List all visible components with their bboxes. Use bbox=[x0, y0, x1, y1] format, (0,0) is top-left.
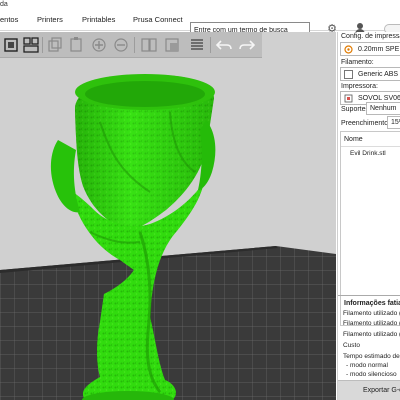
toolbar-separator bbox=[42, 37, 43, 53]
export-gcode-button[interactable]: Exportar G-c bbox=[338, 380, 400, 400]
split-objects-icon[interactable] bbox=[140, 36, 158, 54]
filament-value: Generic ABS bbox=[358, 71, 399, 78]
undo-icon[interactable] bbox=[215, 36, 233, 54]
info-estimated-time: Tempo estimado de i bbox=[343, 353, 400, 360]
info-filament-m: Filamento utilizado (n bbox=[343, 320, 400, 327]
cup-interior bbox=[85, 81, 205, 107]
select-cube-icon[interactable] bbox=[2, 36, 20, 54]
filament-label: Filamento: bbox=[341, 59, 374, 66]
info-cost: Custo bbox=[343, 342, 360, 349]
settings-panel: Config. de impressão: 0.20mm SPE Filamen… bbox=[337, 32, 400, 400]
object-list-header: Nome bbox=[344, 136, 363, 143]
split-parts-icon[interactable] bbox=[163, 36, 181, 54]
window-title: da bbox=[0, 1, 8, 8]
print-settings-combo[interactable]: 0.20mm SPE bbox=[340, 42, 400, 56]
info-filament-g: Filamento utilizado (g bbox=[343, 310, 400, 317]
print-bed bbox=[0, 246, 336, 400]
variable-layer-icon[interactable] bbox=[188, 36, 206, 54]
window-titlebar: da bbox=[0, 0, 400, 10]
info-normal-mode: - modo normal bbox=[346, 362, 388, 369]
viewport-scene bbox=[0, 74, 336, 400]
remove-instance-icon[interactable] bbox=[112, 36, 130, 54]
menu-item-printables[interactable]: Printables bbox=[82, 15, 115, 25]
sliced-info-title: Informações fatiada bbox=[344, 300, 400, 307]
print-settings-value: 0.20mm SPE bbox=[358, 46, 400, 53]
object-list[interactable]: Nome Evil Drink.stl bbox=[340, 131, 400, 326]
copy-icon[interactable] bbox=[46, 36, 64, 54]
model-finger-left bbox=[50, 140, 80, 213]
menu-item-prusa-connect[interactable]: Prusa Connect bbox=[133, 15, 183, 25]
add-instance-icon[interactable] bbox=[90, 36, 108, 54]
paste-icon[interactable] bbox=[67, 36, 85, 54]
infill-select[interactable]: 15% bbox=[387, 116, 400, 129]
object-list-divider bbox=[341, 146, 400, 147]
infill-label: Preenchimento: bbox=[341, 120, 391, 127]
printer-label: Impressora: bbox=[341, 83, 378, 90]
3d-viewport[interactable] bbox=[0, 32, 336, 400]
print-settings-label: Config. de impressão: bbox=[341, 33, 400, 40]
sliced-info-divider bbox=[338, 295, 400, 296]
supports-select[interactable]: Nenhum bbox=[366, 102, 400, 115]
viewport-toolbar bbox=[0, 32, 262, 58]
menu-bar: entos Printers Printables Prusa Connect … bbox=[0, 10, 400, 38]
info-silent-mode: - modo silencioso bbox=[346, 371, 397, 378]
filament-color-swatch bbox=[344, 70, 353, 79]
toolbar-separator bbox=[210, 37, 211, 53]
arrange-icon[interactable] bbox=[22, 36, 40, 54]
menu-item-printers[interactable]: Printers bbox=[37, 15, 63, 25]
printer-icon bbox=[344, 94, 353, 103]
menu-item-entos[interactable]: entos bbox=[0, 15, 18, 25]
list-item[interactable]: Evil Drink.stl bbox=[350, 149, 386, 158]
info-filament-mm: Filamento utilizado (n bbox=[343, 331, 400, 338]
gear-icon bbox=[344, 45, 353, 54]
filament-combo[interactable]: Generic ABS bbox=[340, 67, 400, 81]
redo-icon[interactable] bbox=[238, 36, 256, 54]
toolbar-separator bbox=[134, 37, 135, 53]
